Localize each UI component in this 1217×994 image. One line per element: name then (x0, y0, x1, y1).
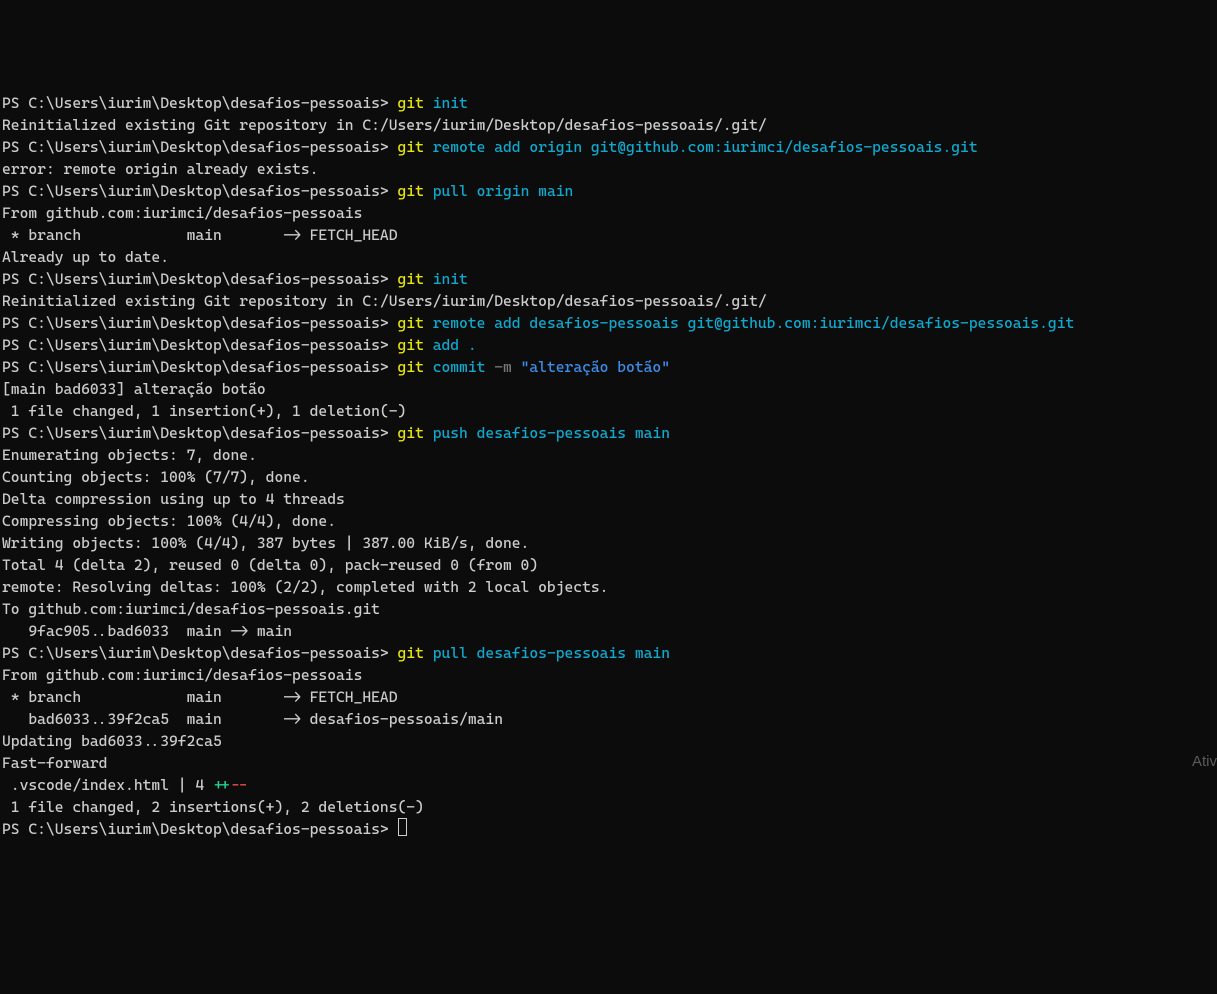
ps-prompt: PS C:\Users\iurim\Desktop\desafios-pesso… (2, 336, 398, 354)
output-line: To github.com:iurimci/desafios-pessoais.… (2, 600, 380, 618)
cursor-icon[interactable] (398, 818, 407, 836)
output-line: Compressing objects: 100% (4/4), done. (2, 512, 336, 530)
git-cmd: git (398, 336, 424, 354)
output-line: Total 4 (delta 2), reused 0 (delta 0), p… (2, 556, 538, 574)
ps-prompt: PS C:\Users\iurim\Desktop\desafios-pesso… (2, 270, 398, 288)
output-line: 9fac905..bad6033 main -> main (2, 622, 292, 640)
ps-prompt: PS C:\Users\iurim\Desktop\desafios-pesso… (2, 94, 398, 112)
output-line: Delta compression using up to 4 threads (2, 490, 345, 508)
output-line: * branch main -> FETCH_HEAD (2, 688, 398, 706)
git-subcmd: add . (433, 336, 477, 354)
git-cmd: git (398, 138, 424, 156)
commit-message: "alteração botão" (521, 358, 670, 376)
output-line: Already up to date. (2, 248, 169, 266)
git-cmd: git (398, 94, 424, 112)
git-flag: -m (485, 358, 520, 376)
ps-prompt: PS C:\Users\iurim\Desktop\desafios-pesso… (2, 182, 398, 200)
git-subcmd: commit (433, 358, 486, 376)
output-line: * branch main -> FETCH_HEAD (2, 226, 398, 244)
ps-prompt: PS C:\Users\iurim\Desktop\desafios-pesso… (2, 314, 398, 332)
output-line: From github.com:iurimci/desafios-pessoai… (2, 666, 362, 684)
git-cmd: git (398, 182, 424, 200)
git-subcmd: init (433, 94, 468, 112)
ps-prompt: PS C:\Users\iurim\Desktop\desafios-pesso… (2, 138, 398, 156)
git-cmd: git (398, 644, 424, 662)
git-subcmd: remote add origin git@github.com:iurimci… (433, 138, 978, 156)
output-line: Updating bad6033..39f2ca5 (2, 732, 222, 750)
ps-prompt: PS C:\Users\iurim\Desktop\desafios-pesso… (2, 644, 398, 662)
output-line: Writing objects: 100% (4/4), 387 bytes |… (2, 534, 529, 552)
git-subcmd: pull desafios-pessoais main (433, 644, 670, 662)
git-cmd: git (398, 358, 424, 376)
output-line: Reinitialized existing Git repository in… (2, 116, 767, 134)
output-line: 1 file changed, 1 insertion(+), 1 deleti… (2, 402, 406, 420)
output-line: Counting objects: 100% (7/7), done. (2, 468, 310, 486)
output-line: From github.com:iurimci/desafios-pessoai… (2, 204, 362, 222)
terminal-output[interactable]: PS C:\Users\iurim\Desktop\desafios-pesso… (2, 92, 1215, 840)
ps-prompt: PS C:\Users\iurim\Desktop\desafios-pesso… (2, 820, 398, 838)
ps-prompt: PS C:\Users\iurim\Desktop\desafios-pesso… (2, 424, 398, 442)
output-line: Fast-forward (2, 754, 107, 772)
output-line: error: remote origin already exists. (2, 160, 318, 178)
output-line: bad6033..39f2ca5 main -> desafios-pessoa… (2, 710, 503, 728)
git-cmd: git (398, 270, 424, 288)
git-subcmd: push desafios-pessoais main (433, 424, 670, 442)
output-line: [main bad6033] alteração botão (2, 380, 266, 398)
output-line: Reinitialized existing Git repository in… (2, 292, 767, 310)
git-subcmd: remote add desafios-pessoais git@github.… (433, 314, 1075, 332)
output-line: 1 file changed, 2 insertions(+), 2 delet… (2, 798, 424, 816)
git-subcmd: pull origin main (433, 182, 574, 200)
git-subcmd: init (433, 270, 468, 288)
windows-activation-watermark: Ativ (1192, 751, 1217, 773)
output-line: Enumerating objects: 7, done. (2, 446, 257, 464)
output-line: remote: Resolving deltas: 100% (2/2), co… (2, 578, 608, 596)
ps-prompt: PS C:\Users\iurim\Desktop\desafios-pesso… (2, 358, 398, 376)
git-cmd: git (398, 314, 424, 332)
git-cmd: git (398, 424, 424, 442)
